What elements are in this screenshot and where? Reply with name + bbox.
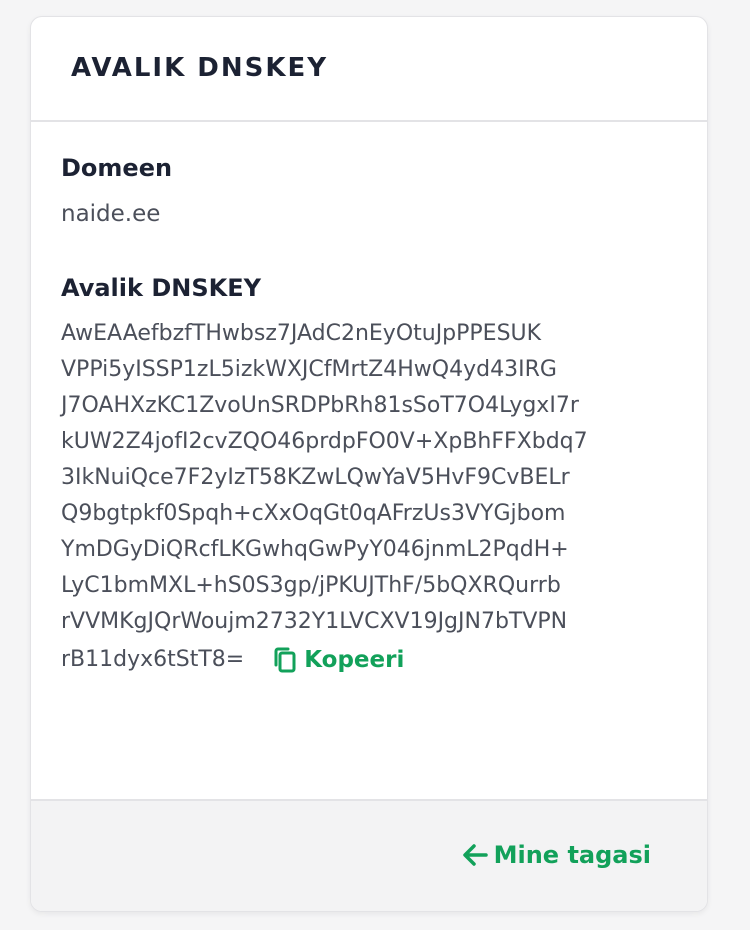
public-key-line: rVVMKgJQrWoujm2732Y1LVCXV19JgJN7bTVPN: [61, 609, 568, 634]
public-key-line: J7OAHXzKC1ZvoUnSRDPbRh81sSoT7O4LygxI7r: [61, 393, 579, 418]
public-key-label: Avalik DNSKEY: [61, 274, 261, 302]
public-key-line: kUW2Z4jofI2cvZQO46prdpFO0V+XpBhFFXbdq7: [61, 429, 588, 454]
public-key-line: VPPi5yISSP1zL5izkWXJCfMrtZ4HwQ4yd43IRG: [61, 357, 557, 382]
dnskey-card: AVALIK DNSKEY Domeen naide.ee Avalik DNS…: [30, 16, 708, 912]
domain-value: naide.ee: [61, 201, 161, 227]
card-body: Domeen naide.ee Avalik DNSKEY AwEAAefbzf…: [31, 122, 707, 678]
public-key-line: 3IkNuiQce7F2yIzT58KZwLQwYaV5HvF9CvBELr: [61, 465, 570, 490]
public-key-line: LyC1bmMXL+hS0S3gp/jPKUJThF/5bQXRQurrb: [61, 573, 561, 598]
card-footer: Mine tagasi: [31, 799, 707, 911]
page-title: AVALIK DNSKEY: [71, 53, 329, 83]
back-button[interactable]: Mine tagasi: [462, 841, 651, 869]
public-key-line: Q9bgtpkf0Spqh+cXxOqGt0qAFrzUs3VYGjbom: [61, 501, 566, 526]
copy-button[interactable]: Kopeeri: [272, 642, 404, 678]
public-key-last-row: rB11dyx6tStT8= Kopeeri: [61, 642, 677, 678]
copy-button-label: Kopeeri: [304, 647, 405, 673]
card-header: AVALIK DNSKEY: [31, 17, 707, 122]
public-key-line: AwEAAefbzfTHwbsz7JAdC2nEyOtuJpPPESUK: [61, 321, 542, 346]
back-button-label: Mine tagasi: [493, 841, 651, 869]
copy-icon: [272, 646, 298, 674]
public-key-line: YmDGyDiQRcfLKGwhqGwPyY046jnmL2PqdH+: [61, 537, 569, 562]
public-key-value: AwEAAefbzfTHwbsz7JAdC2nEyOtuJpPPESUK VPP…: [61, 316, 677, 678]
arrow-left-icon: [462, 843, 488, 867]
public-key-line: rB11dyx6tStT8=: [61, 647, 245, 672]
domain-label: Domeen: [61, 154, 173, 182]
